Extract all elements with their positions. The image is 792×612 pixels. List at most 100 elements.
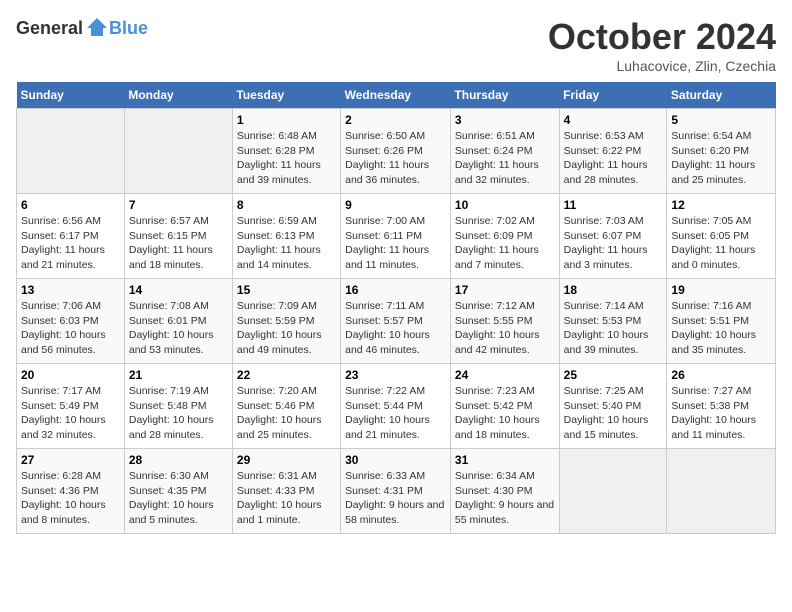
day-info: Sunrise: 7:23 AM Sunset: 5:42 PM Dayligh…	[455, 384, 555, 443]
day-number: 27	[21, 453, 120, 467]
day-info: Sunrise: 7:16 AM Sunset: 5:51 PM Dayligh…	[671, 299, 771, 358]
calendar-cell: 27 Sunrise: 6:28 AM Sunset: 4:36 PM Dayli…	[17, 449, 125, 534]
calendar-cell: 7Sunrise: 6:57 AM Sunset: 6:15 PM Daylig…	[124, 194, 232, 279]
day-info: Sunrise: 7:12 AM Sunset: 5:55 PM Dayligh…	[455, 299, 555, 358]
calendar-cell: 12Sunrise: 7:05 AM Sunset: 6:05 PM Dayli…	[667, 194, 776, 279]
calendar-cell	[17, 109, 125, 194]
day-number: 21	[129, 368, 228, 382]
day-info: Sunrise: 7:09 AM Sunset: 5:59 PM Dayligh…	[237, 299, 336, 358]
calendar-header: SundayMondayTuesdayWednesdayThursdayFrid…	[17, 82, 776, 109]
day-number: 13	[21, 283, 120, 297]
day-number: 9	[345, 198, 446, 212]
day-info: Sunrise: 7:14 AM Sunset: 5:53 PM Dayligh…	[564, 299, 663, 358]
calendar-week-row: 6Sunrise: 6:56 AM Sunset: 6:17 PM Daylig…	[17, 194, 776, 279]
calendar-week-row: 20 Sunrise: 7:17 AM Sunset: 5:49 PM Dayli…	[17, 364, 776, 449]
day-info: Sunrise: 6:53 AM Sunset: 6:22 PM Dayligh…	[564, 129, 663, 188]
day-number: 4	[564, 113, 663, 127]
calendar-week-row: 13 Sunrise: 7:06 AM Sunset: 6:03 PM Dayli…	[17, 279, 776, 364]
calendar-cell: 29Sunrise: 6:31 AM Sunset: 4:33 PM Dayli…	[232, 449, 340, 534]
day-info: Sunrise: 7:25 AM Sunset: 5:40 PM Dayligh…	[564, 384, 663, 443]
calendar-cell: 26Sunrise: 7:27 AM Sunset: 5:38 PM Dayli…	[667, 364, 776, 449]
day-info: Sunrise: 7:08 AM Sunset: 6:01 PM Dayligh…	[129, 299, 228, 358]
calendar-cell: 9 Sunrise: 7:00 AM Sunset: 6:11 PM Daylig…	[341, 194, 451, 279]
day-info: Sunrise: 7:05 AM Sunset: 6:05 PM Dayligh…	[671, 214, 771, 273]
day-number: 1	[237, 113, 336, 127]
day-info: Sunrise: 7:00 AM Sunset: 6:11 PM Dayligh…	[345, 214, 446, 273]
calendar-cell: 10 Sunrise: 7:02 AM Sunset: 6:09 PM Dayli…	[450, 194, 559, 279]
day-of-week-header: Sunday	[17, 82, 125, 109]
day-info: Sunrise: 6:48 AM Sunset: 6:28 PM Dayligh…	[237, 129, 336, 188]
day-of-week-header: Saturday	[667, 82, 776, 109]
calendar-cell: 15 Sunrise: 7:09 AM Sunset: 5:59 PM Dayli…	[232, 279, 340, 364]
day-number: 20	[21, 368, 120, 382]
day-number: 24	[455, 368, 555, 382]
calendar-cell: 2Sunrise: 6:50 AM Sunset: 6:26 PM Daylig…	[341, 109, 451, 194]
day-number: 26	[671, 368, 771, 382]
day-info: Sunrise: 7:20 AM Sunset: 5:46 PM Dayligh…	[237, 384, 336, 443]
calendar-cell: 25Sunrise: 7:25 AM Sunset: 5:40 PM Dayli…	[559, 364, 667, 449]
day-number: 5	[671, 113, 771, 127]
day-number: 2	[345, 113, 446, 127]
day-number: 17	[455, 283, 555, 297]
day-number: 11	[564, 198, 663, 212]
day-info: Sunrise: 6:59 AM Sunset: 6:13 PM Dayligh…	[237, 214, 336, 273]
logo-icon	[85, 16, 109, 40]
day-info: Sunrise: 7:02 AM Sunset: 6:09 PM Dayligh…	[455, 214, 555, 273]
calendar-cell: 21 Sunrise: 7:19 AM Sunset: 5:48 PM Dayli…	[124, 364, 232, 449]
day-number: 22	[237, 368, 336, 382]
calendar-cell: 23 Sunrise: 7:22 AM Sunset: 5:44 PM Dayli…	[341, 364, 451, 449]
calendar-week-row: 1 Sunrise: 6:48 AM Sunset: 6:28 PM Daylig…	[17, 109, 776, 194]
day-number: 23	[345, 368, 446, 382]
day-number: 6	[21, 198, 120, 212]
calendar-cell: 16 Sunrise: 7:11 AM Sunset: 5:57 PM Dayli…	[341, 279, 451, 364]
month-title: October 2024	[548, 16, 776, 58]
calendar-cell: 6Sunrise: 6:56 AM Sunset: 6:17 PM Daylig…	[17, 194, 125, 279]
calendar-cell: 4 Sunrise: 6:53 AM Sunset: 6:22 PM Daylig…	[559, 109, 667, 194]
calendar-cell: 1 Sunrise: 6:48 AM Sunset: 6:28 PM Daylig…	[232, 109, 340, 194]
day-of-week-header: Monday	[124, 82, 232, 109]
day-info: Sunrise: 7:22 AM Sunset: 5:44 PM Dayligh…	[345, 384, 446, 443]
calendar-cell: 24 Sunrise: 7:23 AM Sunset: 5:42 PM Dayli…	[450, 364, 559, 449]
day-of-week-header: Wednesday	[341, 82, 451, 109]
day-number: 31	[455, 453, 555, 467]
day-number: 28	[129, 453, 228, 467]
calendar-cell	[667, 449, 776, 534]
day-info: Sunrise: 7:06 AM Sunset: 6:03 PM Dayligh…	[21, 299, 120, 358]
day-number: 14	[129, 283, 228, 297]
calendar-cell	[559, 449, 667, 534]
page-header: General Blue October 2024 Luhacovice, Zl…	[16, 16, 776, 74]
calendar-cell: 28 Sunrise: 6:30 AM Sunset: 4:35 PM Dayli…	[124, 449, 232, 534]
calendar-table: SundayMondayTuesdayWednesdayThursdayFrid…	[16, 82, 776, 534]
day-number: 16	[345, 283, 446, 297]
day-info: Sunrise: 7:11 AM Sunset: 5:57 PM Dayligh…	[345, 299, 446, 358]
day-info: Sunrise: 6:30 AM Sunset: 4:35 PM Dayligh…	[129, 469, 228, 528]
day-number: 8	[237, 198, 336, 212]
calendar-cell: 17 Sunrise: 7:12 AM Sunset: 5:55 PM Dayli…	[450, 279, 559, 364]
day-info: Sunrise: 6:33 AM Sunset: 4:31 PM Dayligh…	[345, 469, 446, 528]
calendar-week-row: 27 Sunrise: 6:28 AM Sunset: 4:36 PM Dayli…	[17, 449, 776, 534]
day-info: Sunrise: 7:19 AM Sunset: 5:48 PM Dayligh…	[129, 384, 228, 443]
day-number: 15	[237, 283, 336, 297]
day-number: 10	[455, 198, 555, 212]
location: Luhacovice, Zlin, Czechia	[548, 58, 776, 74]
title-area: October 2024 Luhacovice, Zlin, Czechia	[548, 16, 776, 74]
calendar-body: 1 Sunrise: 6:48 AM Sunset: 6:28 PM Daylig…	[17, 109, 776, 534]
calendar-cell: 31Sunrise: 6:34 AM Sunset: 4:30 PM Dayli…	[450, 449, 559, 534]
calendar-cell: 22 Sunrise: 7:20 AM Sunset: 5:46 PM Dayli…	[232, 364, 340, 449]
day-info: Sunrise: 6:57 AM Sunset: 6:15 PM Dayligh…	[129, 214, 228, 273]
calendar-cell: 3Sunrise: 6:51 AM Sunset: 6:24 PM Daylig…	[450, 109, 559, 194]
day-info: Sunrise: 6:28 AM Sunset: 4:36 PM Dayligh…	[21, 469, 120, 528]
day-number: 3	[455, 113, 555, 127]
calendar-cell: 18 Sunrise: 7:14 AM Sunset: 5:53 PM Dayli…	[559, 279, 667, 364]
calendar-cell: 30Sunrise: 6:33 AM Sunset: 4:31 PM Dayli…	[341, 449, 451, 534]
day-info: Sunrise: 6:31 AM Sunset: 4:33 PM Dayligh…	[237, 469, 336, 528]
logo-blue: Blue	[109, 18, 148, 39]
day-info: Sunrise: 7:17 AM Sunset: 5:49 PM Dayligh…	[21, 384, 120, 443]
day-info: Sunrise: 7:03 AM Sunset: 6:07 PM Dayligh…	[564, 214, 663, 273]
day-number: 19	[671, 283, 771, 297]
logo: General Blue	[16, 16, 148, 40]
calendar-cell: 13 Sunrise: 7:06 AM Sunset: 6:03 PM Dayli…	[17, 279, 125, 364]
day-number: 18	[564, 283, 663, 297]
calendar-cell: 8 Sunrise: 6:59 AM Sunset: 6:13 PM Daylig…	[232, 194, 340, 279]
day-of-week-header: Friday	[559, 82, 667, 109]
